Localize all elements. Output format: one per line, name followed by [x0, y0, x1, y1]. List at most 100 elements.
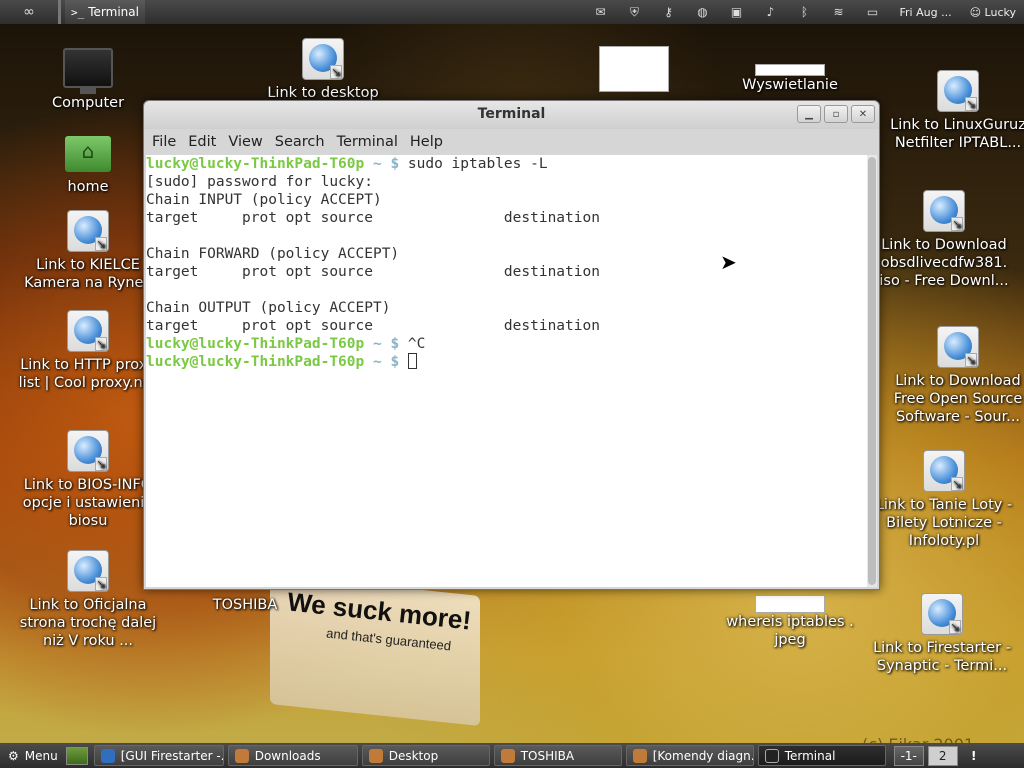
- terminal-window[interactable]: Terminal ▁ ▫ ✕ File Edit View Search Ter…: [143, 100, 880, 590]
- desktop-icon-label: Link to Oficjalna strona trochę dalej ni…: [19, 597, 157, 649]
- desktop-icon-link-linuxguruz[interactable]: Link to LinuxGuruz Netfilter IPTABL...: [888, 70, 1024, 152]
- workspace-2[interactable]: 2: [927, 745, 958, 766]
- desktop-icon-label: Link to Tanie Loty - Bilety Lotnicze - I…: [875, 497, 1013, 549]
- shield-icon[interactable]: ⛨: [618, 0, 652, 24]
- web-link-icon: [923, 190, 965, 232]
- prompt-user: lucky@lucky-ThinkPad-T60p: [146, 336, 365, 352]
- computer-icon: [63, 48, 113, 94]
- desktop-icon-label: Link to Download obsdlivecdfw381. iso - …: [879, 237, 1009, 289]
- network-key-icon[interactable]: ⚷: [652, 0, 686, 24]
- window-titlebar[interactable]: Terminal ▁ ▫ ✕: [144, 101, 879, 129]
- maximize-button[interactable]: ▫: [824, 105, 848, 123]
- desktop-icon-link-firestarter[interactable]: Link to Firestarter - Synaptic - Termi..…: [872, 593, 1012, 675]
- menu-edit[interactable]: Edit: [182, 134, 222, 150]
- active-app-indicator[interactable]: >_ Terminal: [65, 0, 145, 24]
- scrollbar-thumb[interactable]: [868, 157, 876, 585]
- prompt-path: ~ $: [364, 354, 408, 370]
- task-button-komendy[interactable]: [Komendy diagn...: [625, 745, 754, 766]
- show-desktop-button[interactable]: [65, 746, 88, 765]
- desktop-icon-whereis-jpeg[interactable]: whereis iptables . jpeg: [720, 595, 860, 649]
- web-link-icon: [937, 70, 979, 112]
- desktop-icon-label: Link to LinuxGuruz Netfilter IPTABL...: [890, 117, 1024, 151]
- desktop-icon-computer[interactable]: Computer: [18, 48, 158, 112]
- terminal-line: target prot opt source destination: [146, 210, 600, 226]
- web-link-icon: [923, 450, 965, 492]
- task-label: TOSHIBA: [520, 748, 575, 763]
- scrollbar[interactable]: [867, 155, 877, 587]
- start-menu-button[interactable]: ⚙ Menu: [0, 749, 66, 763]
- desktop-icon-link-oficjalna[interactable]: Link to Oficjalna strona trochę dalej ni…: [18, 550, 158, 650]
- clock[interactable]: Fri Aug ...: [890, 6, 962, 19]
- desktop-icon-toshiba[interactable]: TOSHIBA: [175, 596, 315, 614]
- desktop-icon-link-obsdlivecd[interactable]: Link to Download obsdlivecdfw381. iso - …: [874, 190, 1014, 290]
- system-tray: ✉ ⛨ ⚷ ◍ ▣ ♪ ᛒ ≋ ▭ Fri Aug ... ☺ Lucky: [584, 0, 1024, 24]
- menu-terminal[interactable]: Terminal: [331, 134, 404, 150]
- panel-separator: [58, 0, 61, 24]
- notification-icon[interactable]: !: [966, 749, 982, 763]
- desktop-icon-link-tanie-loty[interactable]: Link to Tanie Loty - Bilety Lotnicze - I…: [874, 450, 1014, 550]
- terminal-line: lucky@lucky-ThinkPad-T60p ~ $: [146, 353, 867, 371]
- firestarter-icon: [100, 748, 115, 763]
- task-label: [GUI Firestarter -...: [120, 748, 224, 763]
- user-icon: ☺: [969, 5, 985, 19]
- desktop-icon-wyswietlanie[interactable]: Wyswietlanie: [720, 64, 860, 94]
- task-button-toshiba[interactable]: TOSHIBA: [493, 745, 622, 766]
- monitor-icon[interactable]: ◍: [686, 0, 720, 24]
- text-cursor: [407, 353, 417, 369]
- terminal-line: [sudo] password for lucky:: [146, 174, 373, 190]
- menu-search[interactable]: Search: [269, 134, 331, 150]
- prompt-user: lucky@lucky-ThinkPad-T60p: [146, 156, 365, 172]
- task-button-firestarter[interactable]: [GUI Firestarter -...: [93, 745, 224, 766]
- terminal-output[interactable]: lucky@lucky-ThinkPad-T60p ~ $ sudo iptab…: [146, 155, 867, 587]
- web-link-icon: [67, 430, 109, 472]
- command-text: sudo iptables -L: [407, 156, 548, 172]
- folder-icon: [234, 748, 249, 763]
- workspace-1[interactable]: -1-: [893, 745, 924, 766]
- minimize-button[interactable]: ▁: [797, 105, 821, 123]
- user-menu[interactable]: ☺ Lucky: [962, 6, 1024, 19]
- desktop-icon-document-thumb[interactable]: [564, 46, 704, 92]
- terminal-line: Chain FORWARD (policy ACCEPT): [146, 246, 400, 262]
- web-link-icon: [302, 38, 344, 80]
- menubar: File Edit View Search Terminal Help: [144, 129, 879, 155]
- desktop-icon-label: TOSHIBA: [212, 597, 278, 613]
- desktop-icon-link-bios-info[interactable]: Link to BIOS-INFO opcje i ustawienia bio…: [18, 430, 158, 530]
- terminal-line: target prot opt source destination: [146, 318, 600, 334]
- menu-help[interactable]: Help: [404, 134, 449, 150]
- volume-icon[interactable]: ♪: [754, 0, 788, 24]
- folder-icon: [368, 748, 383, 763]
- menu-view[interactable]: View: [222, 134, 268, 150]
- task-button-desktop[interactable]: Desktop: [361, 745, 490, 766]
- task-button-downloads[interactable]: Downloads: [227, 745, 358, 766]
- web-link-icon: [67, 550, 109, 592]
- gear-icon: ⚙: [8, 748, 19, 763]
- desktop-icon-label: Link to Firestarter - Synaptic - Termi..…: [873, 640, 1011, 674]
- mail-icon[interactable]: ✉: [584, 0, 618, 24]
- desktop-icon-home[interactable]: home: [18, 136, 158, 196]
- window-controls: ▁ ▫ ✕: [797, 105, 875, 123]
- display-icon[interactable]: ▣: [720, 0, 754, 24]
- document-thumbnail-icon: [755, 64, 825, 76]
- active-app-label: Terminal: [88, 5, 139, 19]
- mouse-pointer-icon: ➤: [720, 250, 737, 274]
- web-link-icon: [937, 326, 979, 368]
- close-button[interactable]: ✕: [851, 105, 875, 123]
- desktop-icon-label: Link to BIOS-INFO opcje i ustawienia bio…: [22, 477, 154, 529]
- menu-file[interactable]: File: [146, 134, 182, 150]
- web-link-icon: [67, 310, 109, 352]
- terminal-line: target prot opt source destination: [146, 264, 600, 280]
- menu-logo-icon[interactable]: ∞: [0, 0, 58, 24]
- bluetooth-icon[interactable]: ᛒ: [788, 0, 822, 24]
- task-button-terminal[interactable]: Terminal: [757, 745, 886, 766]
- desktop-icon-link-http-proxy[interactable]: Link to HTTP proxy list | Cool proxy.net: [18, 310, 158, 392]
- wifi-icon[interactable]: ≋: [822, 0, 856, 24]
- prompt-user: lucky@lucky-ThinkPad-T60p: [146, 354, 365, 370]
- desktop-icon-link-sourceforge[interactable]: Link to Download Free Open Source Softwa…: [888, 326, 1024, 426]
- desktop-icon-label: Link to HTTP proxy list | Cool proxy.net: [18, 357, 158, 391]
- battery-icon[interactable]: ▭: [856, 0, 890, 24]
- desktop-icon-link-desktop[interactable]: Link to desktop: [253, 38, 393, 102]
- desktop-icon-link-kielce[interactable]: Link to KIELCE Kamera na Rynek: [18, 210, 158, 292]
- terminal-icon: [764, 748, 779, 763]
- top-panel: ∞ >_ Terminal ✉ ⛨ ⚷ ◍ ▣ ♪ ᛒ ≋ ▭ Fri Aug …: [0, 0, 1024, 24]
